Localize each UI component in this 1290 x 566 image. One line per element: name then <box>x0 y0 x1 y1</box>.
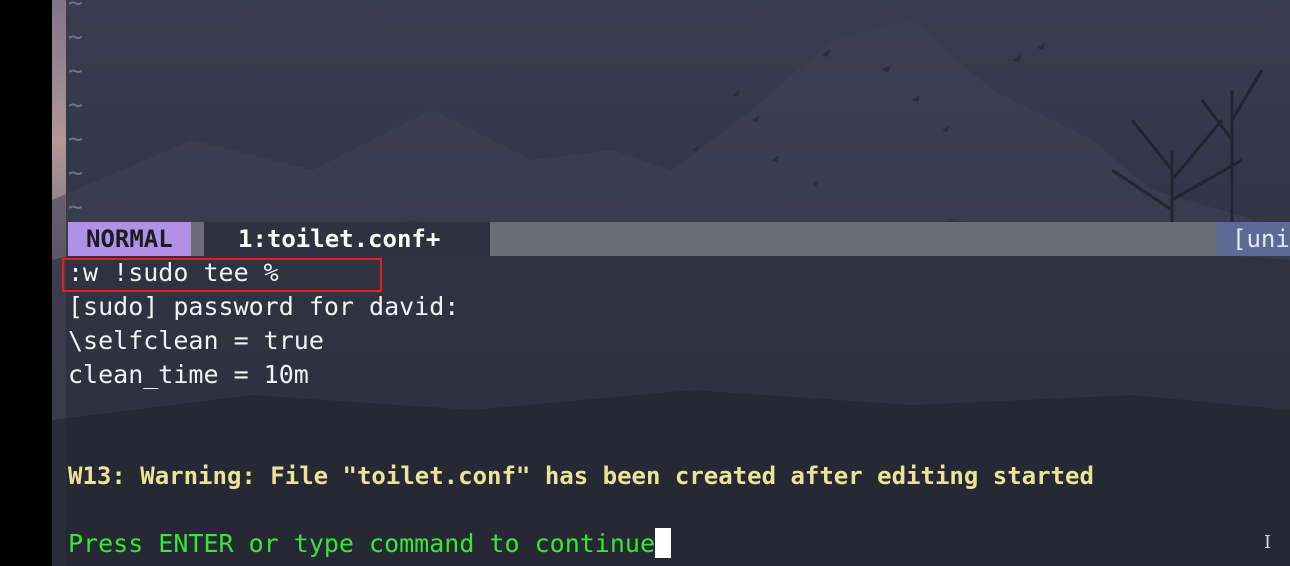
terminal-window[interactable]: ~ ~ ~ ~ ~ ~ ~ NORMAL 1:toilet.conf+ [uni… <box>52 0 1290 566</box>
empty-line-marker: ~ <box>68 56 84 85</box>
encoding-indicator: [uni <box>1216 222 1290 256</box>
mode-indicator: NORMAL <box>68 222 191 256</box>
output-line: \selfclean = true <box>68 326 324 355</box>
buffer-tab[interactable]: 1:toilet.conf+ <box>204 222 490 256</box>
empty-line-marker: ~ <box>68 192 84 221</box>
empty-line-marker: ~ <box>68 158 84 187</box>
sudo-password-prompt: [sudo] password for david: <box>68 292 460 321</box>
text-cursor <box>655 528 671 558</box>
left-margin <box>0 0 52 566</box>
command-highlight-box <box>62 258 382 292</box>
output-line: clean_time = 10m <box>68 360 309 389</box>
mouse-ibeam-icon: I <box>1264 532 1272 553</box>
vim-statusline: NORMAL 1:toilet.conf+ [uni <box>68 222 1290 256</box>
empty-line-marker: ~ <box>68 0 84 17</box>
continue-prompt-line[interactable]: Press ENTER or type command to continue <box>68 527 671 561</box>
empty-line-marker: ~ <box>68 124 84 153</box>
continue-prompt: Press ENTER or type command to continue <box>68 529 655 558</box>
warning-message: W13: Warning: File "toilet.conf" has bee… <box>68 462 1094 490</box>
empty-line-marker: ~ <box>68 22 84 51</box>
empty-line-marker: ~ <box>68 90 84 119</box>
